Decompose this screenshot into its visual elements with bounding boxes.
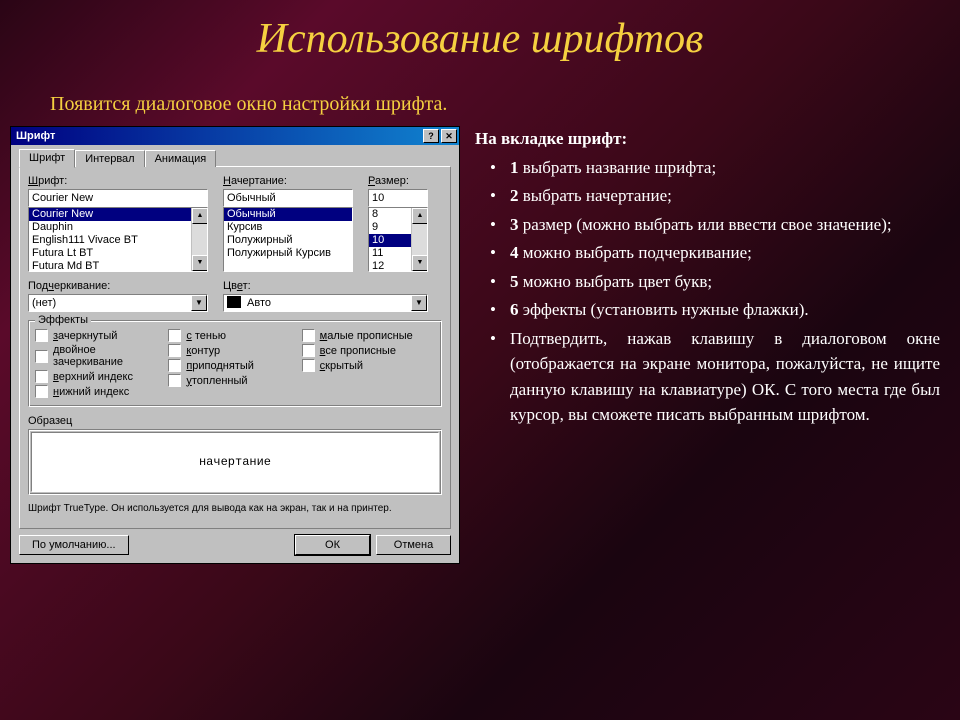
sample-group: начертание [28,429,442,495]
effect-checkbox[interactable]: утопленный [168,374,301,387]
tab-font[interactable]: Шрифт [19,149,75,168]
scrollbar[interactable]: ▲ ▼ [411,208,427,271]
instructions-heading: На вкладке шрифт: [475,126,940,152]
scrollbar[interactable]: ▲ ▼ [191,208,207,271]
checkbox-label: контур [186,345,220,357]
color-value: Авто [244,295,411,311]
style-listbox[interactable]: Обычный Курсив Полужирный Полужирный Кур… [223,207,353,272]
size-input[interactable]: 10 [368,189,428,207]
style-label: Начертание: [223,175,353,187]
checkbox-label: скрытый [320,360,363,372]
list-item[interactable]: Обычный [224,208,352,221]
list-item: 2 выбрать начертание; [490,183,940,209]
size-label: Размер: [368,175,428,187]
list-item[interactable]: Полужирный [224,234,352,247]
checkbox-label: верхний индекс [53,371,133,383]
list-item[interactable]: Курсив [224,221,352,234]
effects-legend: Эффекты [35,314,91,326]
instructions-text: На вкладке шрифт: 1 выбрать название шри… [475,126,940,564]
effect-checkbox[interactable]: все прописные [302,344,435,357]
tab-strip: Шрифт Интервал Анимация [19,150,451,167]
checkbox-label: приподнятый [186,360,254,372]
checkbox-label: зачеркнутый [53,330,117,342]
font-dialog: Шрифт ? ✕ Шрифт Интервал Анимация Шрифт:… [10,126,460,564]
cancel-button[interactable]: Отмена [376,535,451,555]
slide-subtitle: Появится диалоговое окно настройки шрифт… [0,63,960,126]
checkbox-icon[interactable] [35,350,48,363]
checkbox-icon[interactable] [168,374,181,387]
effect-checkbox[interactable]: зачеркнутый [35,329,168,342]
preview-area: начертание [31,432,439,492]
checkbox-label: нижний индекс [53,386,129,398]
scroll-up-icon[interactable]: ▲ [192,208,208,224]
chevron-down-icon[interactable]: ▼ [191,295,207,311]
checkbox-icon[interactable] [35,385,48,398]
list-item[interactable]: Courier New [29,208,207,221]
effect-checkbox[interactable]: малые прописные [302,329,435,342]
list-item[interactable]: English111 Vivace BT [29,234,207,247]
list-item: 4 можно выбрать подчеркивание; [490,240,940,266]
effect-checkbox[interactable]: нижний индекс [35,385,168,398]
checkbox-icon[interactable] [168,329,181,342]
scroll-down-icon[interactable]: ▼ [192,255,208,271]
slide-title: Использование шрифтов [0,0,960,63]
tab-animation[interactable]: Анимация [145,150,217,167]
truetype-note: Шрифт TrueType. Он используется для выво… [28,503,442,514]
color-label: Цвет: [223,280,428,292]
checkbox-label: с тенью [186,330,226,342]
color-swatch-icon [227,296,241,308]
dialog-title: Шрифт [13,130,421,142]
effect-checkbox[interactable]: верхний индекс [35,370,168,383]
checkbox-label: двойное зачеркивание [53,344,168,368]
list-item[interactable]: Futura Lt BT [29,247,207,260]
checkbox-label: все прописные [320,345,396,357]
scroll-up-icon[interactable]: ▲ [412,208,428,224]
close-button[interactable]: ✕ [441,129,457,143]
checkbox-icon[interactable] [302,344,315,357]
effect-checkbox[interactable]: двойное зачеркивание [35,344,168,368]
checkbox-label: утопленный [186,375,247,387]
effect-checkbox[interactable]: скрытый [302,359,435,372]
checkbox-icon[interactable] [35,370,48,383]
list-item[interactable]: Полужирный Курсив [224,247,352,260]
default-button[interactable]: По умолчанию... [19,535,129,555]
list-item: 3 размер (можно выбрать или ввести свое … [490,212,940,238]
style-input[interactable]: Обычный [223,189,353,207]
effect-checkbox[interactable]: приподнятый [168,359,301,372]
font-listbox[interactable]: Courier New Dauphin English111 Vivace BT… [28,207,208,272]
effects-group: Эффекты зачеркнутыйдвойное зачеркиваниев… [28,320,442,407]
chevron-down-icon[interactable]: ▼ [411,295,427,311]
checkbox-icon[interactable] [168,359,181,372]
checkbox-icon[interactable] [168,344,181,357]
checkbox-label: малые прописные [320,330,413,342]
confirm-text: Подтвердить, нажав клавишу в диалоговом … [490,326,940,428]
tab-spacing[interactable]: Интервал [75,150,144,167]
sample-label: Образец [28,415,442,427]
font-input[interactable]: Courier New [28,189,208,207]
dialog-titlebar: Шрифт ? ✕ [11,127,459,145]
list-item[interactable]: Dauphin [29,221,207,234]
effect-checkbox[interactable]: контур [168,344,301,357]
scroll-down-icon[interactable]: ▼ [412,255,428,271]
effect-checkbox[interactable]: с тенью [168,329,301,342]
font-label: Шрифт: [28,175,208,187]
list-item: 5 можно выбрать цвет букв; [490,269,940,295]
underline-label: Подчеркивание: [28,280,208,292]
ok-button[interactable]: ОК [295,535,370,555]
list-item[interactable]: Futura Md BT [29,260,207,272]
list-item: 1 выбрать название шрифта; [490,155,940,181]
list-item: 6 эффекты (установить нужные флажки). [490,297,940,323]
underline-combo[interactable]: (нет) ▼ [28,294,208,312]
size-listbox[interactable]: 8 9 10 11 12 ▲ ▼ [368,207,428,272]
help-button[interactable]: ? [423,129,439,143]
color-combo[interactable]: Авто ▼ [223,294,428,312]
checkbox-icon[interactable] [302,329,315,342]
checkbox-icon[interactable] [302,359,315,372]
checkbox-icon[interactable] [35,329,48,342]
underline-value: (нет) [29,295,191,311]
